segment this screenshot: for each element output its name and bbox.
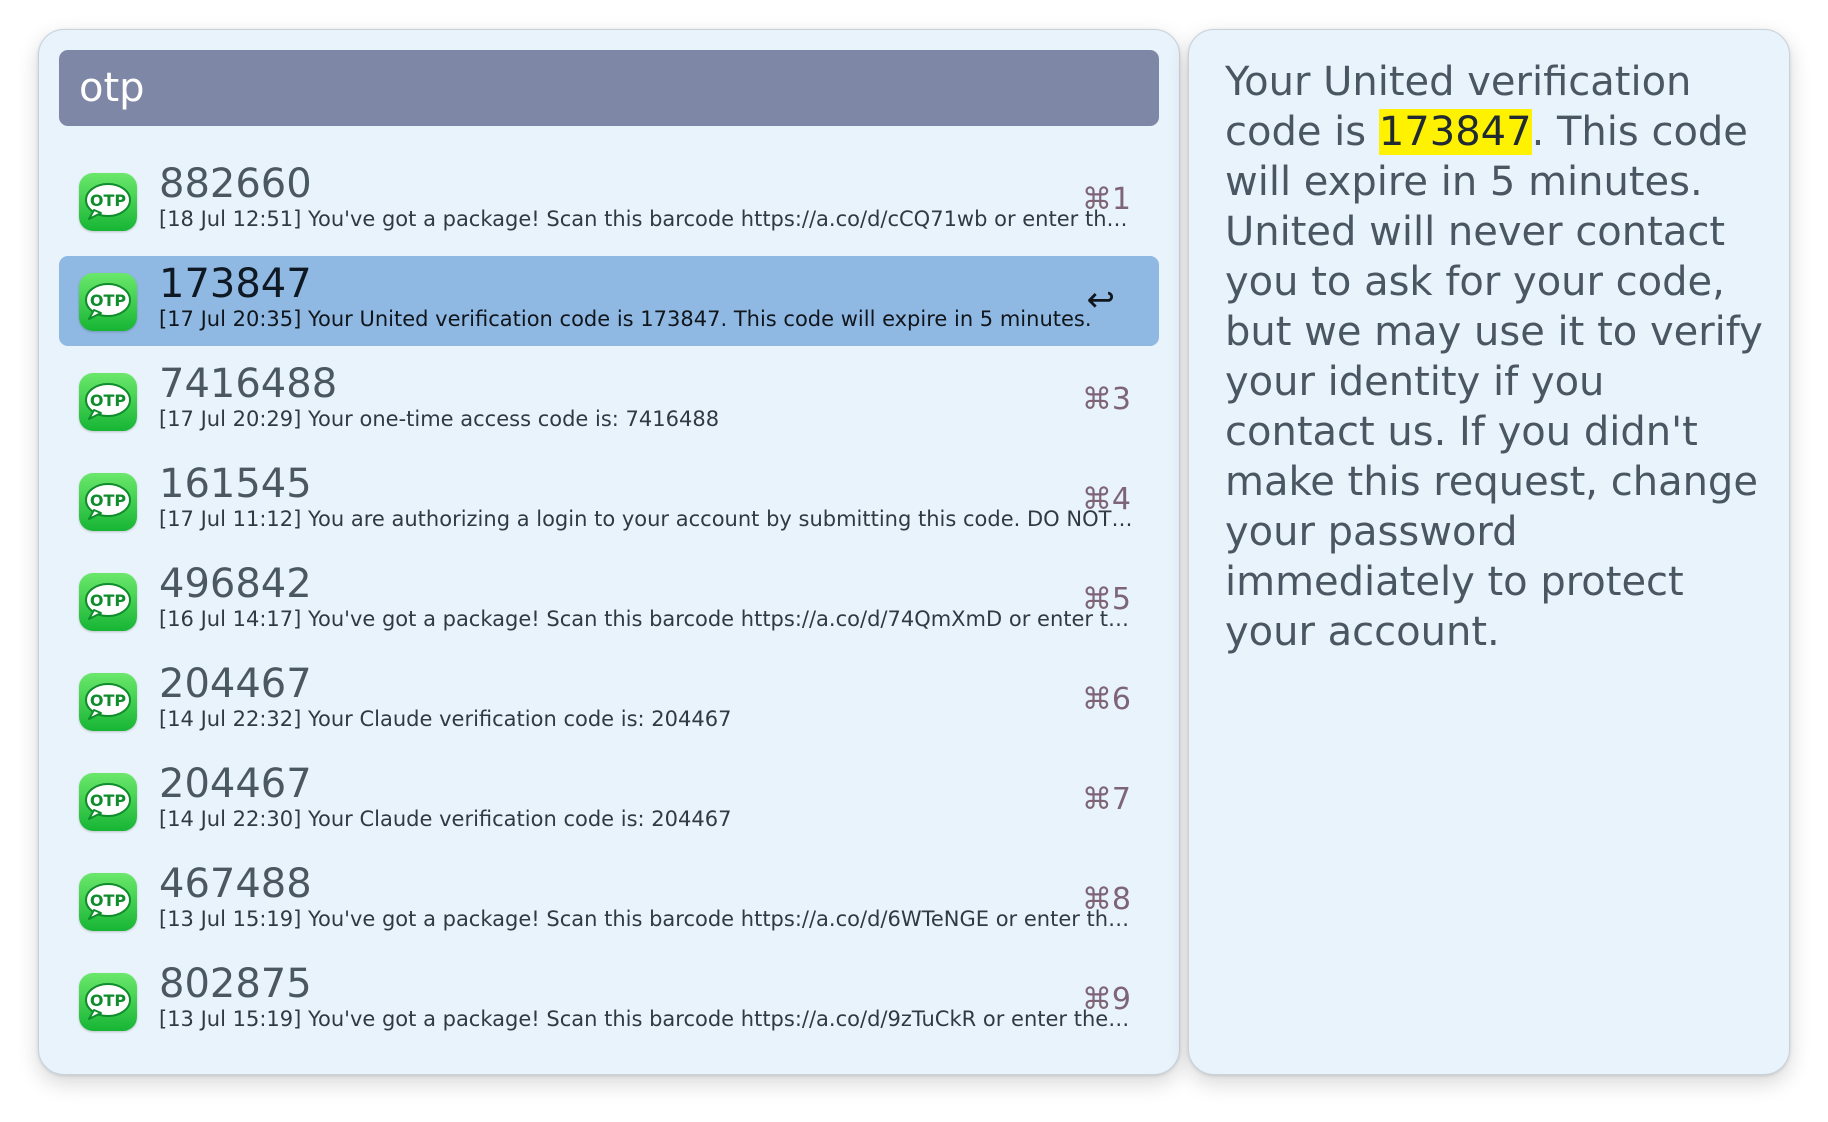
result-code: 802875 <box>159 961 312 1007</box>
otp-icon-label: OTP <box>90 791 127 810</box>
result-row-7[interactable]: OTP 204467 [14 Jul 22:30] Your Claude ve… <box>59 756 1159 846</box>
result-row-5[interactable]: OTP 496842 [16 Jul 14:17] You've got a p… <box>59 556 1159 646</box>
result-message: [16 Jul 14:17] You've got a package! Sca… <box>159 607 1134 631</box>
otp-icon-label: OTP <box>90 391 127 410</box>
result-code: 7416488 <box>159 361 338 407</box>
return-key-icon: ↩ <box>1086 280 1116 320</box>
shortcut-hint: ⌘9 <box>1081 982 1131 1017</box>
shortcut-hint: ⌘7 <box>1081 782 1131 817</box>
message-preview: Your United verification code is 173847.… <box>1225 57 1765 657</box>
result-row-8[interactable]: OTP 467488 [13 Jul 15:19] You've got a p… <box>59 856 1159 946</box>
otp-icon-label: OTP <box>90 491 127 510</box>
search-bar[interactable] <box>59 50 1159 126</box>
shortcut-hint: ⌘6 <box>1081 682 1131 717</box>
result-code: 204467 <box>159 761 312 807</box>
otp-icon-label: OTP <box>90 891 127 910</box>
otp-app-icon: OTP <box>79 173 137 231</box>
otp-icon-label: OTP <box>90 591 127 610</box>
otp-icon-label: OTP <box>90 691 127 710</box>
otp-app-icon: OTP <box>79 973 137 1031</box>
result-code: 161545 <box>159 461 312 507</box>
launcher-window: OTP 882660 [18 Jul 12:51] You've got a p… <box>0 0 1828 1122</box>
shortcut-hint: ⌘3 <box>1081 382 1131 417</box>
result-code: 496842 <box>159 561 312 607</box>
highlighted-code: 173847 <box>1378 109 1532 155</box>
otp-app-icon: OTP <box>79 373 137 431</box>
result-row-6[interactable]: OTP 204467 [14 Jul 22:32] Your Claude ve… <box>59 656 1159 746</box>
result-message: [13 Jul 15:19] You've got a package! Sca… <box>159 1007 1134 1031</box>
result-code: 173847 <box>159 261 312 307</box>
result-message: [13 Jul 15:19] You've got a package! Sca… <box>159 907 1134 931</box>
result-message: [14 Jul 22:30] Your Claude verification … <box>159 807 732 831</box>
results-panel: OTP 882660 [18 Jul 12:51] You've got a p… <box>38 29 1180 1075</box>
result-message: [18 Jul 12:51] You've got a package! Sca… <box>159 207 1134 231</box>
result-message: [14 Jul 22:32] Your Claude verification … <box>159 707 732 731</box>
result-message: [17 Jul 11:12] You are authorizing a log… <box>159 507 1134 531</box>
otp-icon-label: OTP <box>90 191 127 210</box>
shortcut-hint: ⌘1 <box>1081 182 1131 217</box>
result-code: 204467 <box>159 661 312 707</box>
otp-icon-label: OTP <box>90 991 127 1010</box>
result-row-9[interactable]: OTP 802875 [13 Jul 15:19] You've got a p… <box>59 956 1159 1046</box>
result-code: 467488 <box>159 861 312 907</box>
otp-app-icon: OTP <box>79 873 137 931</box>
otp-app-icon: OTP <box>79 673 137 731</box>
result-list: OTP 882660 [18 Jul 12:51] You've got a p… <box>59 156 1159 1056</box>
shortcut-hint: ⌘4 <box>1081 482 1131 517</box>
preview-panel: Your United verification code is 173847.… <box>1188 29 1790 1075</box>
preview-text-after: . This code will expire in 5 minutes. Un… <box>1225 109 1763 655</box>
result-row-1[interactable]: OTP 882660 [18 Jul 12:51] You've got a p… <box>59 156 1159 246</box>
otp-app-icon: OTP <box>79 773 137 831</box>
otp-app-icon: OTP <box>79 273 137 331</box>
shortcut-hint: ⌘5 <box>1081 582 1131 617</box>
search-input[interactable] <box>79 58 1139 118</box>
result-message: [17 Jul 20:29] Your one-time access code… <box>159 407 720 431</box>
result-message: [17 Jul 20:35] Your United verification … <box>159 307 1092 331</box>
otp-app-icon: OTP <box>79 573 137 631</box>
result-row-2-selected[interactable]: OTP 173847 [17 Jul 20:35] Your United ve… <box>59 256 1159 346</box>
result-row-4[interactable]: OTP 161545 [17 Jul 11:12] You are author… <box>59 456 1159 546</box>
otp-app-icon: OTP <box>79 473 137 531</box>
result-code: 882660 <box>159 161 312 207</box>
shortcut-hint: ⌘8 <box>1081 882 1131 917</box>
result-row-3[interactable]: OTP 7416488 [17 Jul 20:29] Your one-time… <box>59 356 1159 446</box>
otp-icon-label: OTP <box>90 291 127 310</box>
